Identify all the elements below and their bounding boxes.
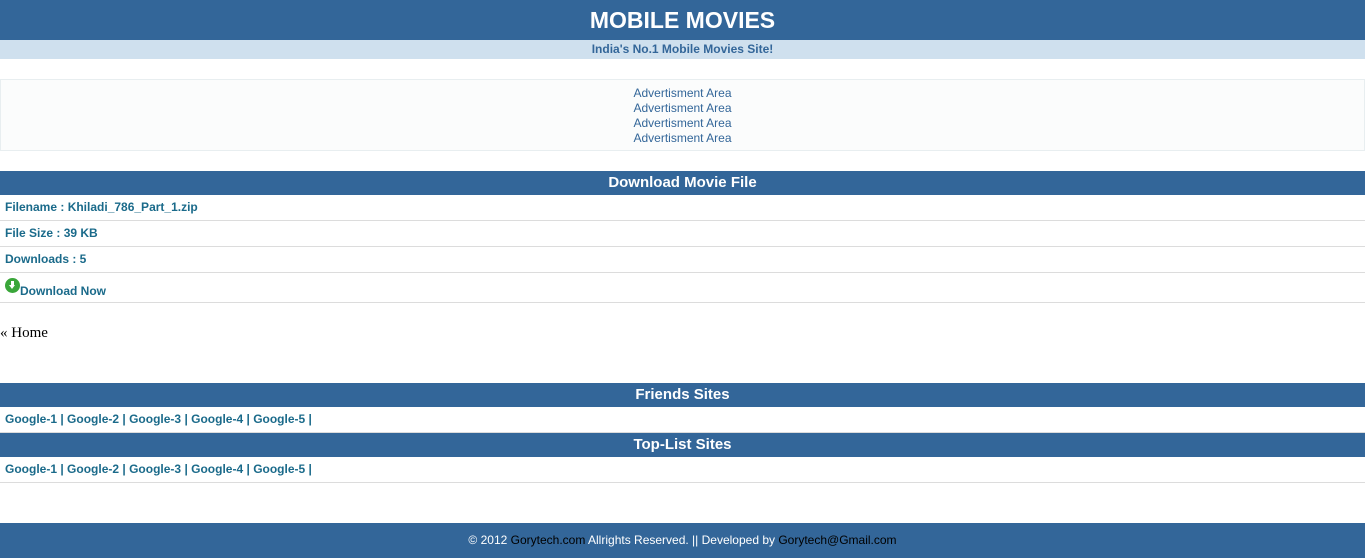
download-heading-text: Download Movie File bbox=[608, 174, 757, 191]
toplist-link[interactable]: Google-5 bbox=[253, 462, 305, 476]
friends-sites-heading: Friends Sites bbox=[0, 383, 1365, 407]
toplist-link[interactable]: Google-3 bbox=[129, 462, 181, 476]
footer-email-link[interactable]: Gorytech@Gmail.com bbox=[778, 533, 896, 547]
filesize-row: File Size : 39 KB bbox=[0, 221, 1365, 247]
friend-link[interactable]: Google-2 bbox=[67, 412, 119, 426]
site-footer: © 2012 Gorytech.com Allrights Reserved. … bbox=[0, 523, 1365, 558]
advertisement-area: Advertisment Area Advertisment Area Adve… bbox=[0, 79, 1365, 151]
ad-line[interactable]: Advertisment Area bbox=[1, 101, 1364, 116]
home-link[interactable]: « Home bbox=[0, 325, 48, 341]
footer-site-link[interactable]: Gorytech.com bbox=[511, 533, 586, 547]
friend-link[interactable]: Google-3 bbox=[129, 412, 181, 426]
site-title: MOBILE MOVIES bbox=[589, 7, 776, 33]
download-arrow-icon[interactable] bbox=[5, 278, 20, 293]
downloads-label: Downloads : bbox=[5, 252, 80, 266]
toplist-link[interactable]: Google-4 bbox=[191, 462, 243, 476]
toplist-link[interactable]: Google-1 bbox=[5, 462, 57, 476]
friends-links-row: Google-1 | Google-2 | Google-3 | Google-… bbox=[0, 407, 1365, 433]
filename-value: Khiladi_786_Part_1.zip bbox=[67, 200, 198, 214]
ad-line[interactable]: Advertisment Area bbox=[1, 131, 1364, 146]
friend-link[interactable]: Google-5 bbox=[253, 412, 305, 426]
footer-rights-text: Allrights Reserved. || Developed by bbox=[585, 533, 779, 547]
toplist-links-row: Google-1 | Google-2 | Google-3 | Google-… bbox=[0, 457, 1365, 483]
site-header: MOBILE MOVIES bbox=[0, 0, 1365, 40]
toplist-sites-heading: Top-List Sites bbox=[0, 433, 1365, 457]
download-now-link[interactable]: Download Now bbox=[20, 284, 106, 298]
ad-line[interactable]: Advertisment Area bbox=[1, 86, 1364, 101]
home-nav: « Home bbox=[0, 325, 48, 342]
toplist-link[interactable]: Google-2 bbox=[67, 462, 119, 476]
download-section-heading: Download Movie File bbox=[0, 171, 1365, 195]
friends-heading-text: Friends Sites bbox=[635, 386, 730, 403]
friend-link[interactable]: Google-4 bbox=[191, 412, 243, 426]
filename-label: Filename : bbox=[5, 200, 68, 214]
download-now-row: Download Now bbox=[0, 273, 1365, 303]
friend-link[interactable]: Google-1 bbox=[5, 412, 57, 426]
filename-row: Filename : Khiladi_786_Part_1.zip bbox=[0, 195, 1365, 221]
downloads-value: 5 bbox=[79, 252, 87, 266]
tagline-text: India's No.1 Mobile Movies Site! bbox=[591, 42, 774, 56]
downloads-row: Downloads : 5 bbox=[0, 247, 1365, 273]
filesize-value: 39 KB bbox=[63, 226, 98, 240]
filesize-label: File Size : bbox=[5, 226, 64, 240]
footer-copyright: © 2012 bbox=[468, 533, 511, 547]
ad-line[interactable]: Advertisment Area bbox=[1, 116, 1364, 131]
toplist-heading-text: Top-List Sites bbox=[633, 436, 732, 453]
site-tagline: India's No.1 Mobile Movies Site! bbox=[0, 40, 1365, 59]
